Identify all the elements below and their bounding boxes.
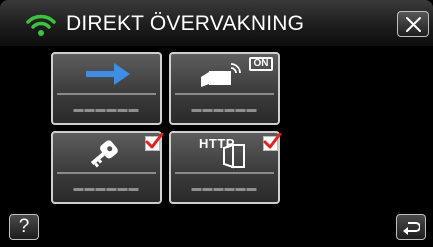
http-tile[interactable]: HTTP ▬▬▬▬▬▬ [169, 131, 282, 204]
tile-divider [175, 93, 274, 95]
checkmark-icon [263, 133, 282, 149]
checkmark-icon [145, 133, 164, 149]
tile-label: ▬▬▬▬▬▬ [73, 183, 140, 194]
key-icon [90, 140, 118, 168]
monitoring-screen: DIREKT ÖVERVAKNING ▬▬▬▬▬▬ ON ▬▬▬▬▬▬ ▬▬▬▬… [0, 0, 433, 247]
http-door-icon [223, 143, 245, 169]
tile-divider [57, 172, 156, 174]
security-key-tile[interactable]: ▬▬▬▬▬▬ [51, 131, 164, 204]
page-title: DIREKT ÖVERVAKNING [66, 12, 305, 35]
close-button[interactable] [397, 11, 429, 37]
help-label: ? [18, 216, 30, 237]
network-tile[interactable]: ▬▬▬▬▬▬ [51, 52, 162, 125]
arrow-right-icon [86, 63, 130, 85]
enabled-checkbox[interactable] [263, 133, 282, 151]
video-camera-on-icon [201, 63, 241, 87]
camera-on-tile[interactable]: ON ▬▬▬▬▬▬ [169, 52, 280, 125]
tile-label: ▬▬▬▬▬▬ [191, 183, 258, 194]
tile-divider [175, 172, 274, 174]
wifi-icon [26, 14, 56, 36]
return-arrow-icon [403, 222, 420, 235]
back-button[interactable] [396, 214, 426, 240]
enabled-checkbox[interactable] [145, 133, 164, 151]
close-icon [406, 17, 421, 32]
on-badge: ON [249, 57, 273, 71]
help-button[interactable]: ? [9, 214, 39, 240]
tile-divider [57, 93, 156, 95]
tile-label: ▬▬▬▬▬▬ [73, 104, 140, 115]
tile-label: ▬▬▬▬▬▬ [191, 104, 258, 115]
header-bar: DIREKT ÖVERVAKNING [0, 0, 433, 46]
